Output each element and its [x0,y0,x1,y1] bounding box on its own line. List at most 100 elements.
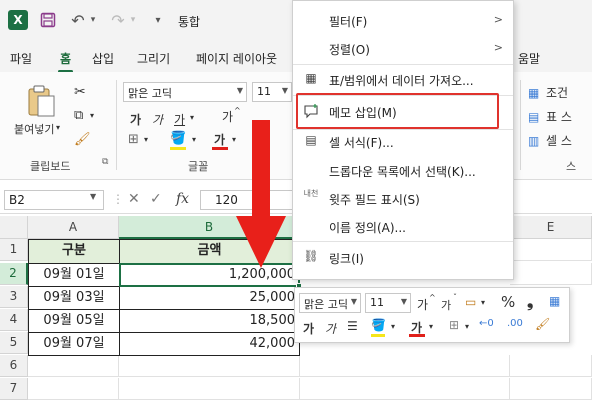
paste-icon[interactable] [26,84,56,118]
menu-item-define-name[interactable]: 이름 정의(A)... [293,213,513,241]
paste-dropdown-icon[interactable]: ▾ [56,123,60,132]
paste-label[interactable]: 붙여넣기 [14,121,54,137]
row-header-3[interactable]: 3 [0,286,28,308]
select-all-corner[interactable] [0,216,28,239]
mini-italic-button[interactable]: 가 [325,320,336,337]
name-box-dropdown-icon[interactable]: ▼ [90,192,96,201]
align-center-icon[interactable]: ☰ [347,319,358,333]
menu-item-get-data[interactable]: ▦ 표/범위에서 데이터 가져오... [293,66,513,94]
table-cell-amount[interactable]: 42,000 [119,332,300,356]
conditional-format-label[interactable]: 조건 [546,84,568,101]
format-painter-icon[interactable]: 🖌 [74,132,91,147]
tab-page-layout[interactable]: 페이지 레이아웃 [196,50,277,67]
mini-font-name-dropdown[interactable]: 맑은 고딕 ▼ [299,293,361,313]
mini-fill-dropdown-icon[interactable]: ▾ [391,322,395,331]
tab-draw[interactable]: 그리기 [137,50,170,67]
font-size-dropdown[interactable]: 11 ▼ [252,82,292,102]
menu-item-format-cells[interactable]: ▤ 셀 서식(F)... [293,128,513,156]
cancel-icon[interactable]: ✕ [128,191,140,207]
column-header-e[interactable]: E [510,216,592,239]
tab-file[interactable]: 파일 [10,50,32,67]
grid-cell[interactable] [28,378,119,400]
cell-styles-icon[interactable]: ▥ [528,134,539,148]
percent-style-button[interactable]: % [501,293,515,311]
menu-item-link[interactable]: ⛓ 링크(I) [293,244,513,272]
table-cell-date[interactable]: 09월 01일 [28,263,120,287]
column-header-a[interactable]: A [28,216,119,239]
header-cell-category[interactable]: 구분 [28,239,120,264]
tab-help[interactable]: 움말 [518,50,540,67]
redo-dropdown-icon[interactable]: ▾ [128,10,138,30]
grid-cell[interactable] [300,355,510,377]
grid-cell[interactable] [510,378,592,400]
customize-qat-icon[interactable]: ▾ [148,10,168,30]
table-cell-amount[interactable]: 25,000 [119,286,300,310]
mini-fill-color-icon[interactable]: 🪣 [371,318,386,332]
mini-format-painter-icon[interactable]: 🖌 [535,317,550,331]
grid-cell[interactable] [28,355,119,377]
font-name-dropdown[interactable]: 맑은 고딕 ▼ [123,82,247,102]
grow-font-button[interactable]: 가 [222,108,233,125]
grid-cell[interactable] [119,355,300,377]
clipboard-launcher-icon[interactable]: ⧉ [102,157,108,167]
menu-item-phonetic[interactable]: 내천 윗주 필드 표시(S) [293,185,513,213]
enter-icon[interactable]: ✓ [150,191,162,207]
mini-grow-font-button[interactable]: 가 [417,296,428,313]
redo-icon[interactable]: ↷ [108,10,128,30]
borders-icon[interactable]: ⊞ [128,132,139,147]
comma-style-button[interactable]: ❟ [527,292,533,312]
grid-cell[interactable] [510,263,592,285]
italic-button[interactable]: 가 [152,111,163,128]
row-header-6[interactable]: 6 [0,355,28,377]
fill-color-dropdown-icon[interactable]: ▾ [192,135,196,144]
more-options-icon[interactable]: ⋮ [112,192,124,206]
underline-dropdown-icon[interactable]: ▾ [190,113,194,122]
font-color-button[interactable]: 가 [214,131,225,148]
table-cell-date[interactable]: 09월 05일 [28,309,120,333]
mini-font-color-dropdown-icon[interactable]: ▾ [429,322,433,331]
mini-borders-dropdown-icon[interactable]: ▾ [465,322,469,331]
undo-icon[interactable]: ↶ [68,10,88,30]
grid-cell[interactable] [510,355,592,377]
conditional-format-icon[interactable]: ▦ [528,86,539,100]
row-header-2[interactable]: 2 [0,263,28,285]
fill-color-icon[interactable]: 🪣 [170,131,186,146]
tab-insert[interactable]: 삽입 [92,50,114,67]
copy-icon[interactable]: ⧉ [74,108,83,123]
bold-button[interactable]: 가 [130,111,141,128]
underline-button[interactable]: 가 [174,111,185,128]
decrease-decimal-icon[interactable]: .00 [507,318,523,329]
insert-function-icon[interactable]: fx [176,191,189,207]
menu-item-sort[interactable]: 정렬(O) > [293,35,513,63]
row-header-5[interactable]: 5 [0,332,28,354]
format-as-table-label[interactable]: 표 스 [546,108,572,125]
table-cell-date[interactable]: 09월 07일 [28,332,120,356]
menu-item-pick-from-list[interactable]: 드롭다운 목록에서 선택(K)... [293,157,513,185]
name-box[interactable]: B2 [4,190,104,210]
grid-cell[interactable] [300,378,510,400]
row-header-4[interactable]: 4 [0,309,28,331]
table-cell-date[interactable]: 09월 03일 [28,286,120,310]
row-header-1[interactable]: 1 [0,239,28,261]
row-header-7[interactable]: 7 [0,378,28,400]
accounting-format-icon[interactable]: ▭ [465,295,476,309]
copy-dropdown-icon[interactable]: ▾ [90,111,94,120]
mini-shrink-font-button[interactable]: 가 [441,297,451,313]
format-painter-grid-icon[interactable]: ▦ [549,294,560,308]
save-icon[interactable] [38,10,58,30]
increase-decimal-icon[interactable]: ←0 [479,318,494,329]
accounting-dropdown-icon[interactable]: ▾ [481,298,485,307]
undo-dropdown-icon[interactable]: ▾ [88,10,98,30]
tab-home[interactable]: 홈 [57,50,74,73]
grid-cell[interactable] [510,239,592,261]
mini-borders-icon[interactable]: ⊞ [449,318,459,332]
menu-item-filter[interactable]: 필터(F) > [293,7,513,35]
format-as-table-icon[interactable]: ▤ [528,110,539,124]
mini-bold-button[interactable]: 가 [303,320,314,337]
cut-icon[interactable]: ✂ [74,84,86,100]
table-cell-amount[interactable]: 18,500 [119,309,300,333]
mini-font-size-dropdown[interactable]: 11 ▼ [365,293,411,313]
borders-dropdown-icon[interactable]: ▾ [144,135,148,144]
grid-cell[interactable] [119,378,300,400]
cell-styles-label[interactable]: 셀 스 [546,132,572,149]
